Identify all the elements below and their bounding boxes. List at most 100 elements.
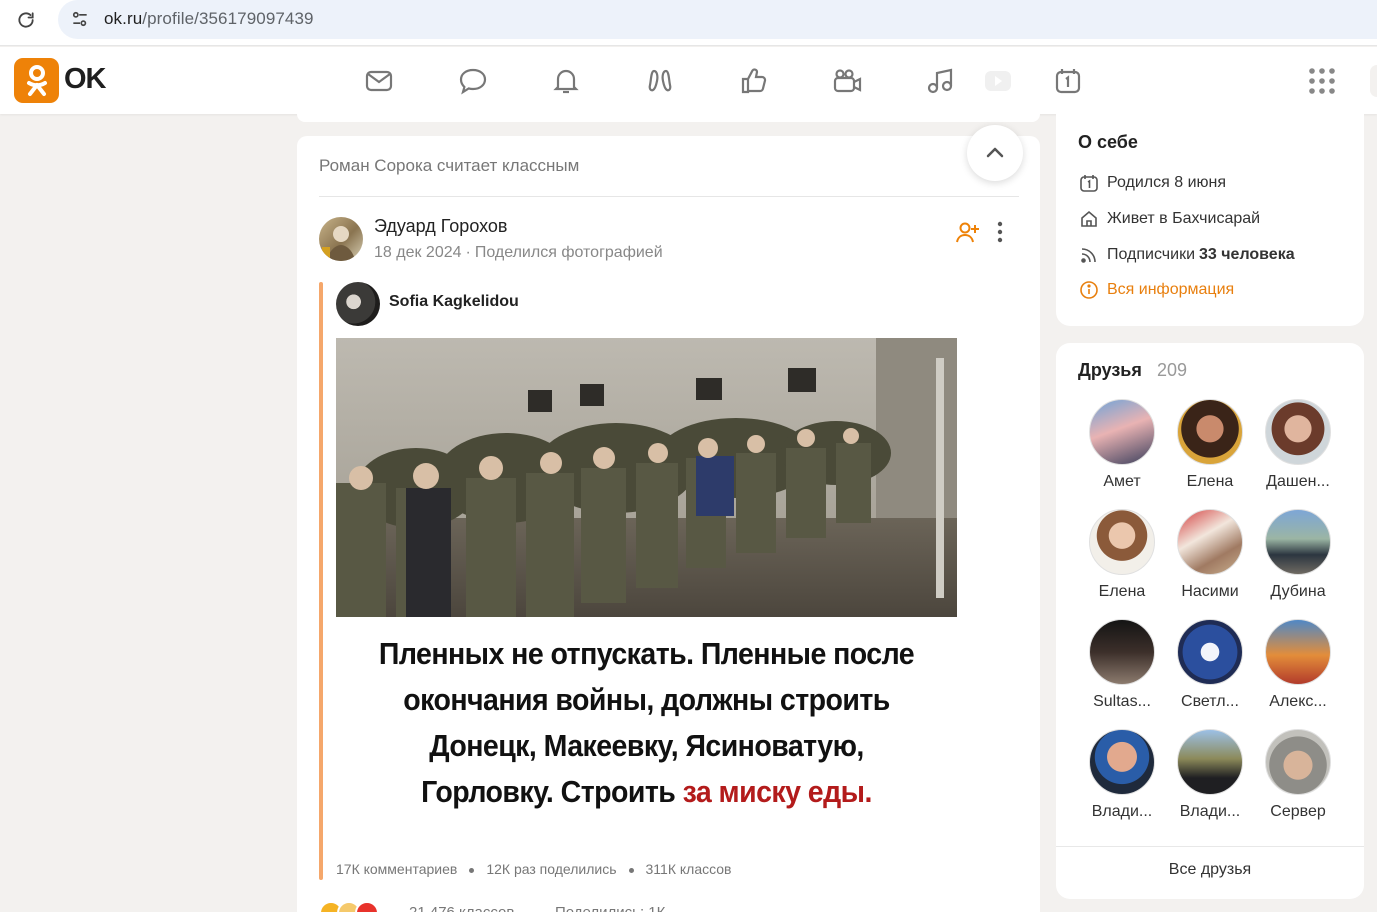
original-author-name[interactable]: Sofia Kagkelidou	[389, 293, 519, 311]
friend-name: Насими	[1181, 583, 1239, 600]
reaction-icons[interactable]	[319, 901, 379, 912]
apps-grid-icon[interactable]	[1308, 67, 1336, 95]
post-meta: 18 дек 2024 · Поделился фотографией	[374, 244, 663, 262]
calendar-icon[interactable]	[1051, 64, 1085, 98]
friend-avatar	[1265, 399, 1331, 465]
friend-item[interactable]: Sultas...	[1078, 619, 1166, 711]
add-friend-icon[interactable]	[955, 219, 981, 245]
friend-item[interactable]: Елена	[1166, 399, 1254, 491]
friend-name: Дашен...	[1266, 473, 1330, 490]
friend-avatar	[1089, 399, 1155, 465]
image-caption-highlight: за миску еды.	[682, 774, 873, 809]
reactions-text[interactable]: 21 476 классов	[409, 904, 514, 912]
all-info-text: Вся информация	[1107, 281, 1235, 298]
meta-separator: ·	[465, 244, 471, 261]
post-divider	[319, 196, 1019, 197]
top-navigation: OK	[0, 47, 1377, 114]
friend-avatar	[1177, 619, 1243, 685]
friend-item[interactable]: Сервер	[1254, 729, 1342, 821]
all-info-link[interactable]: Вся информация	[1078, 278, 1234, 302]
friend-item[interactable]: Алекс...	[1254, 619, 1342, 711]
ok-logo-icon[interactable]	[14, 58, 59, 103]
friend-name: Елена	[1098, 583, 1146, 600]
friend-avatar	[1265, 509, 1331, 575]
friend-name: Алекс...	[1269, 693, 1327, 710]
birthday-text: Родился 8 июня	[1107, 174, 1227, 191]
rss-icon	[1078, 244, 1100, 266]
friend-item[interactable]: Дашен...	[1254, 399, 1342, 491]
scroll-up-button[interactable]	[967, 125, 1023, 181]
birthday-row: Родился 8 июня	[1078, 171, 1226, 195]
friend-avatar	[1177, 729, 1243, 795]
previous-post-card	[297, 114, 1040, 122]
friend-name: Дубина	[1270, 583, 1326, 600]
about-card: О себе Родился 8 июня Живет в Бахчисарай…	[1056, 114, 1364, 326]
friend-avatar	[1089, 509, 1155, 575]
original-author-avatar[interactable]	[336, 282, 380, 326]
friend-name: Влади...	[1091, 803, 1153, 820]
friend-item[interactable]: Дубина	[1254, 509, 1342, 601]
friend-avatar	[1177, 509, 1243, 575]
url-text: ok.ru/profile/356179097439	[104, 9, 314, 29]
more-options-icon[interactable]	[989, 219, 1011, 245]
likes-count[interactable]: 311К классов	[646, 861, 732, 877]
friend-item[interactable]: Насими	[1166, 509, 1254, 601]
friend-item[interactable]: Влади...	[1166, 729, 1254, 821]
friend-name: Светл...	[1181, 693, 1239, 710]
friends-count: 209	[1157, 360, 1188, 380]
post-photo[interactable]	[336, 338, 957, 617]
notifications-icon[interactable]	[549, 64, 583, 98]
info-icon	[1078, 279, 1100, 301]
guests-icon[interactable]	[643, 64, 677, 98]
subscribers-row[interactable]: Подписчики 33 человека	[1078, 243, 1295, 267]
location-row: Живет в Бахчисарай	[1078, 207, 1260, 231]
clips-icon[interactable]	[980, 64, 1014, 98]
url-path: /profile/356179097439	[142, 9, 314, 28]
browser-toolbar: ok.ru/profile/356179097439	[0, 0, 1377, 46]
reaction-heart-icon	[355, 901, 379, 912]
friend-item[interactable]: Елена	[1078, 509, 1166, 601]
friend-item[interactable]: Светл...	[1166, 619, 1254, 711]
stats-separator	[628, 867, 634, 873]
friend-avatar	[1089, 729, 1155, 795]
discussions-icon[interactable]	[456, 64, 490, 98]
friend-avatar	[1089, 619, 1155, 685]
shared-text[interactable]: Поделились: 1К	[555, 904, 665, 912]
url-domain: ok.ru	[104, 9, 143, 28]
author-name[interactable]: Эдуард Горохов	[374, 216, 508, 237]
video-icon[interactable]	[830, 64, 864, 98]
address-bar[interactable]: ok.ru/profile/356179097439	[58, 0, 1377, 39]
friends-title[interactable]: Друзья	[1078, 360, 1142, 381]
all-friends-link[interactable]: Все друзья	[1056, 861, 1364, 879]
friend-avatar	[1177, 399, 1243, 465]
friends-divider	[1056, 846, 1364, 847]
liker-line[interactable]: Роман Сорока считает классным	[319, 156, 579, 176]
logo-text[interactable]: OK	[64, 63, 106, 96]
subscribers-value: 33 человека	[1199, 246, 1295, 263]
mail-icon[interactable]	[362, 64, 396, 98]
friend-name: Sultas...	[1093, 693, 1151, 710]
friends-card: Друзья 209 Амет Елена Дашен... Елена Нас…	[1056, 343, 1364, 899]
site-info-icon[interactable]	[68, 7, 92, 31]
chevron-up-icon	[986, 147, 1004, 158]
post-date[interactable]: 18 дек 2024	[374, 244, 462, 261]
post-stats: 17К комментариев 12К раз поделились 311К к…	[336, 861, 731, 877]
image-caption: Пленных не отпускать. Пленные после окон…	[360, 617, 933, 827]
location-text[interactable]: Живет в Бахчисарай	[1107, 210, 1260, 228]
author-avatar[interactable]	[319, 217, 363, 261]
calendar-icon	[1078, 172, 1100, 194]
reload-icon[interactable]	[14, 8, 38, 32]
friend-item[interactable]: Влади...	[1078, 729, 1166, 821]
side-panel-tab[interactable]	[1370, 65, 1377, 97]
feed-post-card: Роман Сорока считает классным Эдуард Гор…	[297, 136, 1040, 912]
reshare-indicator	[319, 282, 323, 880]
comments-count[interactable]: 17К комментариев	[336, 861, 457, 877]
shares-count[interactable]: 12К раз поделились	[486, 861, 616, 877]
about-title: О себе	[1078, 132, 1138, 152]
friend-item[interactable]: Амет	[1078, 399, 1166, 491]
likes-icon[interactable]	[737, 64, 771, 98]
friend-avatar	[1265, 619, 1331, 685]
friend-name: Влади...	[1179, 803, 1241, 820]
music-icon[interactable]	[923, 64, 957, 98]
friend-name: Сервер	[1270, 803, 1326, 820]
